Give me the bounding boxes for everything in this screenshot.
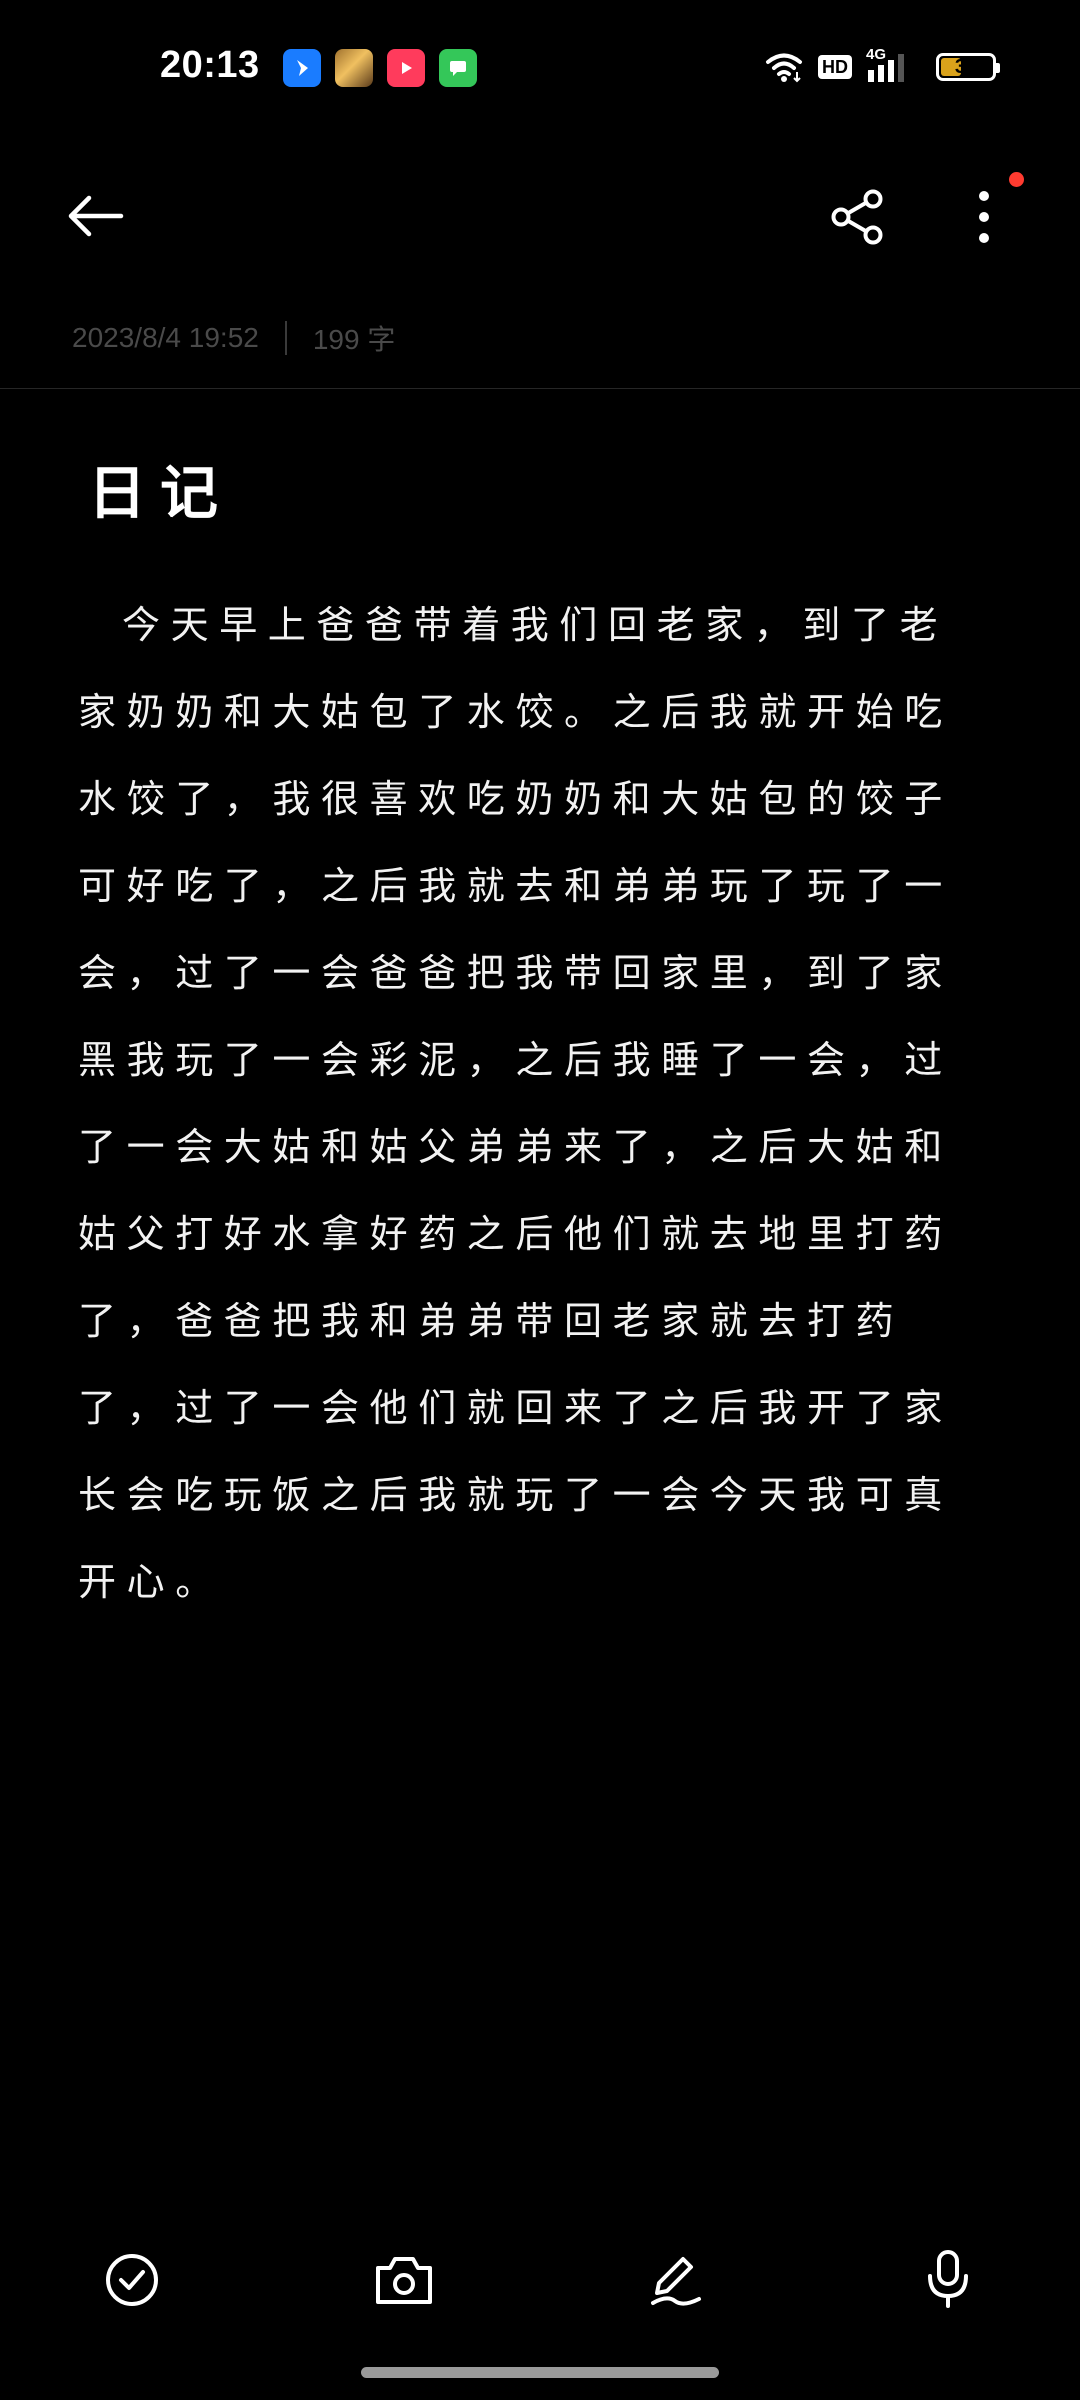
microphone-icon: [928, 2250, 968, 2308]
status-indicators: HD 4G 39: [764, 46, 1000, 84]
arrow-left-icon: [68, 195, 124, 237]
home-indicator[interactable]: [361, 2367, 719, 2378]
note-body[interactable]: 今天早上爸爸带着我们回老家，到了老家奶奶和大姑包了水饺。之后我就开始吃水饺了，我…: [78, 582, 990, 1626]
share-icon: [831, 189, 883, 245]
note-title[interactable]: 日记: [88, 446, 232, 530]
share-button[interactable]: [825, 184, 891, 250]
notification-dot: [1009, 172, 1024, 187]
note-date: 2023/8/4 19:52: [72, 322, 259, 353]
checklist-button[interactable]: [92, 2240, 172, 2320]
messages-app-icon: [439, 49, 477, 87]
wifi-icon: [766, 53, 802, 83]
handwriting-icon: [651, 2257, 701, 2306]
camera-icon: [376, 2257, 432, 2304]
battery-level: 39: [954, 56, 978, 78]
voice-input-button[interactable]: [908, 2240, 988, 2320]
checklist-icon: [106, 2254, 158, 2306]
blue-app-icon: [283, 49, 321, 87]
handwriting-button[interactable]: [636, 2240, 716, 2320]
battery-icon: 39: [936, 53, 1000, 81]
more-options-button[interactable]: [962, 184, 1006, 250]
meta-separator: [284, 321, 287, 355]
status-bar: 20:13 HD 4G 39: [0, 0, 1080, 140]
note-meta: 2023/8/4 19:52 199 字: [72, 318, 395, 358]
video-app-icon: [387, 49, 425, 87]
back-button[interactable]: [60, 188, 130, 244]
notification-app-icons: [283, 49, 477, 87]
status-time: 20:13: [160, 44, 260, 86]
note-toolbar: [0, 170, 1080, 260]
camera-button[interactable]: [364, 2240, 444, 2320]
hd-badge: HD: [818, 55, 852, 79]
note-word-count: 199 字: [312, 324, 396, 355]
bottom-toolbar: [0, 2240, 1080, 2320]
more-vertical-icon: [979, 191, 989, 243]
header-divider: [0, 388, 1080, 389]
cell-signal-icon: 4G: [866, 46, 912, 84]
game-app-icon: [335, 49, 373, 87]
